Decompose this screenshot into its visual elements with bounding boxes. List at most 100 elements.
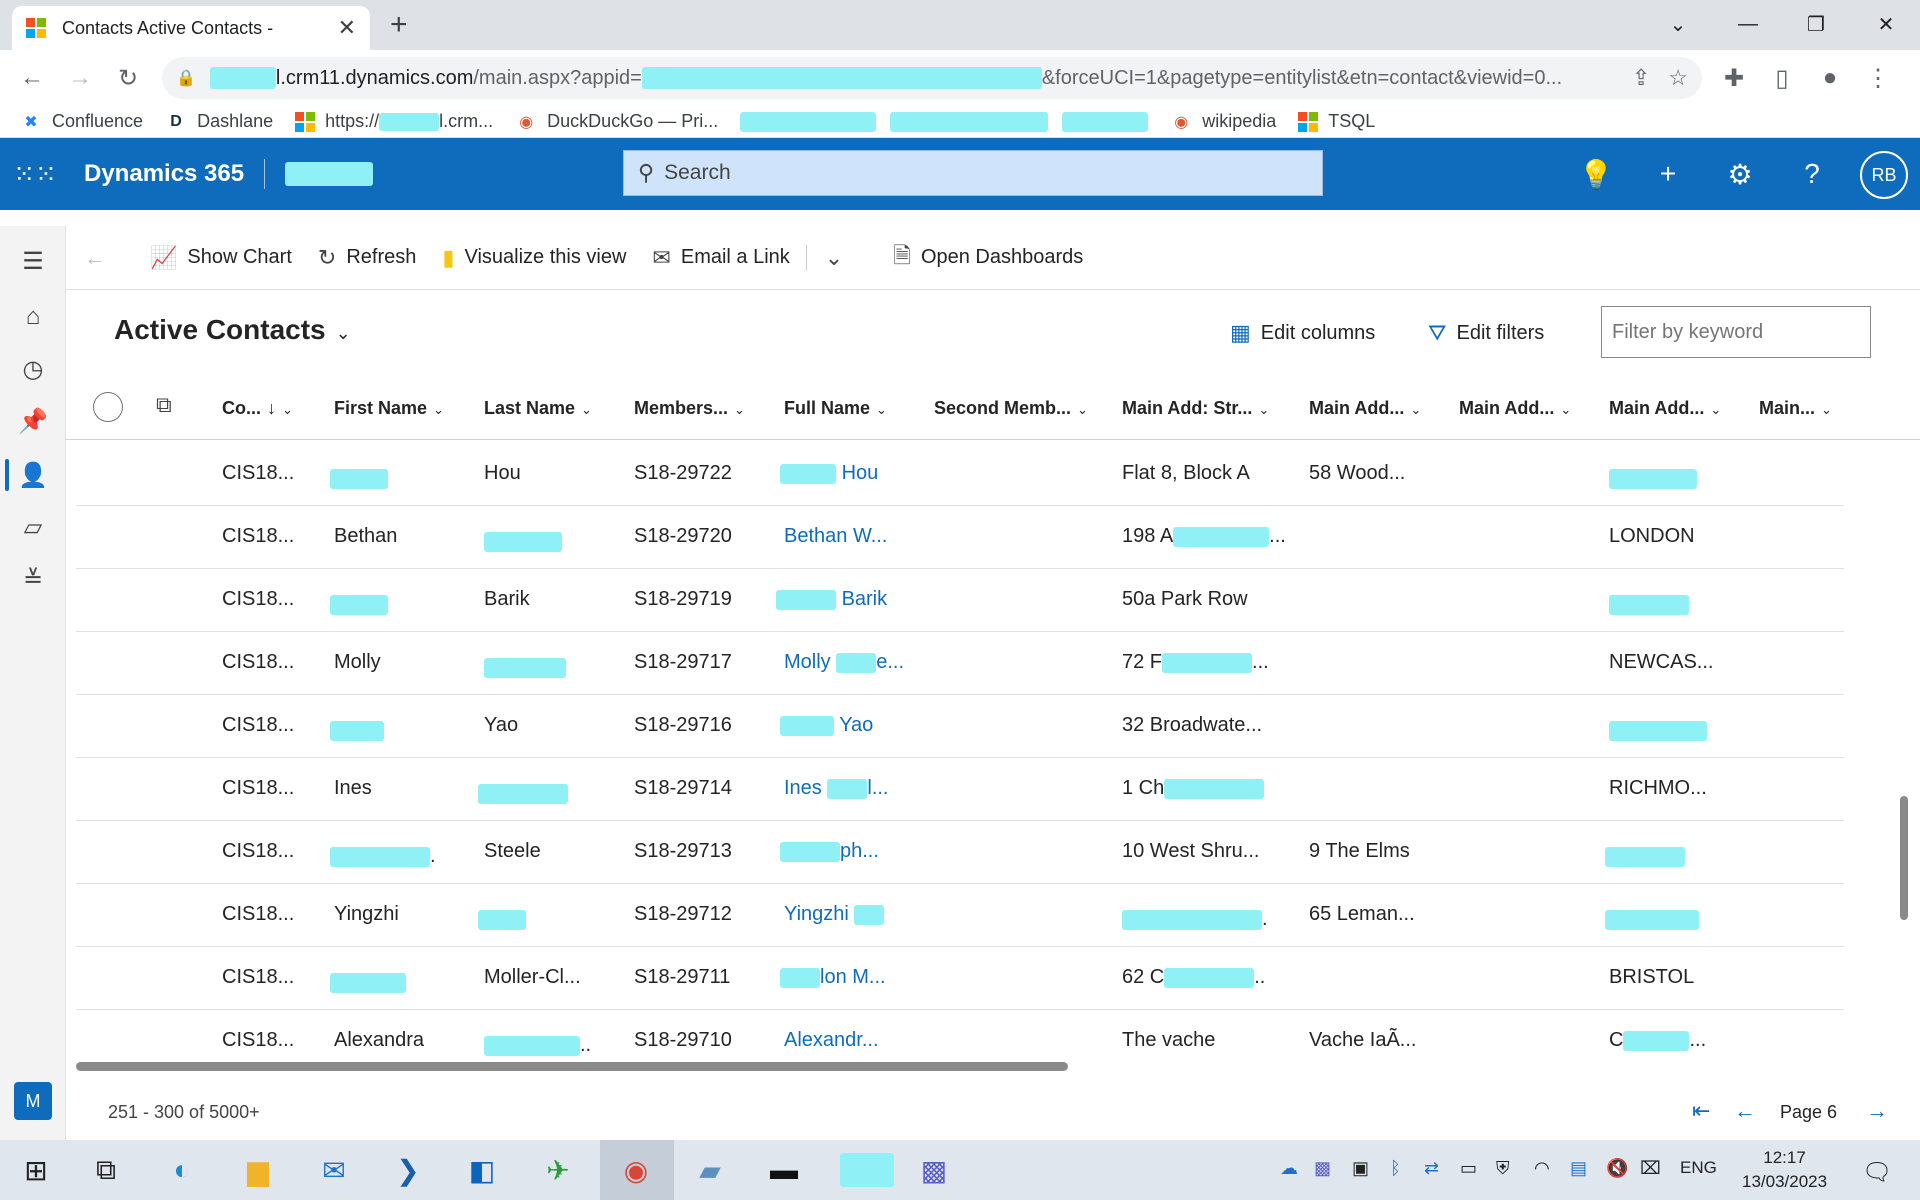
teams-icon[interactable]: ▩ xyxy=(912,1150,956,1190)
bookmark-wikipedia[interactable]: ◉ wikipedia xyxy=(1170,111,1276,133)
chrome-icon[interactable]: ◉ xyxy=(614,1150,658,1190)
restore-icon[interactable]: ❐ xyxy=(1788,6,1844,42)
notepad-icon[interactable]: ▰ xyxy=(688,1150,732,1190)
profile-icon[interactable]: ● xyxy=(1806,54,1854,102)
more-commands-chevron-icon[interactable]: ⌄ xyxy=(805,244,853,271)
share-icon[interactable]: ⇪ xyxy=(1632,65,1650,91)
pin-icon[interactable]: 📌 xyxy=(18,406,48,436)
table-row[interactable]: CIS18... Barik S18-29719 Barik 50a Park … xyxy=(76,569,1844,632)
mute-icon[interactable]: 🔇 xyxy=(1606,1158,1628,1179)
bookmark-duckduckgo[interactable]: ◉ DuckDuckGo — Pri... xyxy=(515,111,718,133)
column-header[interactable]: Full Name ⌄ xyxy=(784,398,887,419)
table-row[interactable]: CIS18... Yingzhi S18-29712 Yingzhi . 65 … xyxy=(76,884,1844,947)
open-dashboards-button[interactable]: 🗎 Open Dashboards xyxy=(893,239,1083,277)
terminal-icon[interactable]: ▬ xyxy=(762,1150,806,1190)
task-view-icon[interactable]: ⧉ xyxy=(84,1150,128,1190)
outlook-icon[interactable]: ◧ xyxy=(460,1150,504,1190)
next-page-icon[interactable]: → xyxy=(1866,1098,1888,1124)
file-explorer-icon[interactable]: ▆ xyxy=(236,1150,280,1190)
filter-keyword-input[interactable] xyxy=(1601,306,1871,358)
select-all-checkbox[interactable] xyxy=(93,392,123,422)
teamviewer-icon[interactable]: ⇄ xyxy=(1424,1158,1439,1179)
column-header[interactable]: Last Name ⌄ xyxy=(484,398,592,419)
table-row[interactable]: CIS18... . Steele S18-29713 ph... 10 Wes… xyxy=(76,821,1844,884)
search-input[interactable]: ⚲ Search xyxy=(623,150,1323,196)
column-header[interactable]: Main Add... ⌄ xyxy=(1459,398,1571,419)
edge-icon[interactable]: ◐ xyxy=(160,1150,204,1190)
column-header[interactable]: Co... ↓ ⌄ xyxy=(222,398,293,419)
back-icon[interactable]: ← xyxy=(8,54,56,102)
browser-tab[interactable]: Contacts Active Contacts - ✕ xyxy=(12,6,370,50)
horizontal-scrollbar[interactable] xyxy=(76,1062,1068,1071)
column-header[interactable]: Main Add: Str... ⌄ xyxy=(1122,398,1269,419)
tray-app-icon[interactable]: ▣ xyxy=(1352,1158,1369,1179)
entity-icon[interactable]: ▱ xyxy=(18,512,48,542)
bookmark-star-icon[interactable]: ☆ xyxy=(1668,65,1688,91)
shield-icon[interactable]: ⛨ xyxy=(1496,1158,1510,1179)
column-header[interactable]: Main Add... ⌄ xyxy=(1609,398,1721,419)
battery-icon[interactable]: ▭ xyxy=(1460,1158,1477,1179)
show-chart-button[interactable]: 📈 Show Chart xyxy=(150,245,292,271)
home-icon[interactable]: ⌂ xyxy=(18,302,48,332)
column-header[interactable]: First Name ⌄ xyxy=(334,398,444,419)
clock[interactable]: 12:17 13/03/2023 xyxy=(1742,1146,1827,1194)
view-selector[interactable]: Active Contacts ⌄ xyxy=(114,314,351,346)
visualize-button[interactable]: ▮ Visualize this view xyxy=(442,245,626,271)
add-icon[interactable]: + xyxy=(1650,156,1686,192)
contacts-person-icon[interactable]: 👤 xyxy=(18,460,48,490)
table-row[interactable]: CIS18... Yao S18-29716 Yao 32 Broadwate.… xyxy=(76,695,1844,758)
tray-app-icon[interactable]: ⌧ xyxy=(1640,1158,1661,1179)
bluetooth-icon[interactable]: ᛒ xyxy=(1390,1158,1401,1179)
refresh-button[interactable]: ↻ Refresh xyxy=(318,245,416,271)
bookmark-confluence[interactable]: ✖ Confluence xyxy=(20,111,143,133)
previous-page-icon[interactable]: ← xyxy=(1734,1098,1756,1124)
edit-columns-button[interactable]: ▦ Edit columns xyxy=(1230,320,1375,346)
first-page-icon[interactable]: ⇤ xyxy=(1692,1098,1710,1124)
forward-icon[interactable]: → xyxy=(56,54,104,102)
menu-kebab-icon[interactable]: ⋮ xyxy=(1854,54,1902,102)
teams-tray-icon[interactable]: ▩ xyxy=(1314,1158,1331,1179)
address-bar[interactable]: 🔒 l.crm11.dynamics.com/main.aspx?appid= &… xyxy=(162,57,1702,99)
vertical-scrollbar[interactable] xyxy=(1900,796,1908,920)
table-row[interactable]: CIS18... Hou S18-29722 Hou Flat 8, Block… xyxy=(76,443,1844,506)
column-header[interactable]: Main... ⌄ xyxy=(1759,398,1832,419)
table-row[interactable]: CIS18... Moller-Cl... S18-29711 lon M...… xyxy=(76,947,1844,1010)
recent-clock-icon[interactable]: ◷ xyxy=(18,354,48,384)
table-row[interactable]: CIS18... Alexandra .. S18-29710 Alexandr… xyxy=(76,1010,1844,1058)
notifications-icon[interactable]: 🗨 xyxy=(1862,1158,1892,1187)
tab-search-chevron-icon[interactable]: ⌄ xyxy=(1650,6,1706,42)
column-header[interactable]: Main Add... ⌄ xyxy=(1309,398,1421,419)
bookmark-tsql[interactable]: TSQL xyxy=(1298,111,1375,132)
gear-icon[interactable]: ⚙ xyxy=(1722,156,1758,192)
hamburger-icon[interactable]: ☰ xyxy=(18,246,48,276)
reload-icon[interactable]: ↻ xyxy=(104,54,152,102)
onedrive-icon[interactable]: ☁ xyxy=(1280,1158,1298,1179)
app-launcher-icon[interactable]: ⁙⁙ xyxy=(0,138,70,210)
column-header[interactable]: Members... ⌄ xyxy=(634,398,745,419)
wifi-icon[interactable]: ◠ xyxy=(1534,1158,1550,1179)
avatar[interactable]: RB xyxy=(1860,151,1908,199)
bookmark-crm[interactable]: https://l.crm... xyxy=(295,111,493,132)
table-row[interactable]: CIS18... Ines S18-29714 Ines l... 1 Ch R… xyxy=(76,758,1844,821)
help-icon[interactable]: ? xyxy=(1794,156,1830,192)
area-switcher-icon[interactable]: M xyxy=(14,1082,52,1120)
redacted-app-icon[interactable] xyxy=(838,1150,896,1190)
settings-sliders-icon[interactable]: ≚ xyxy=(18,564,48,594)
column-header[interactable]: Second Memb... ⌄ xyxy=(934,398,1088,419)
edit-filters-button[interactable]: ⛛ Edit filters xyxy=(1428,320,1544,346)
table-row[interactable]: CIS18... Molly S18-29717 Molly e... 72 F… xyxy=(76,632,1844,695)
mail-icon[interactable]: ✉ xyxy=(312,1150,356,1190)
display-icon[interactable]: ▤ xyxy=(1570,1158,1587,1179)
hierarchy-icon[interactable]: ⧉ xyxy=(156,392,172,418)
start-icon[interactable]: ⊞ xyxy=(14,1150,58,1190)
powershell-icon[interactable]: ❯ xyxy=(386,1150,430,1190)
lightbulb-icon[interactable]: 💡 xyxy=(1578,156,1614,192)
new-tab-icon[interactable]: + xyxy=(390,8,408,42)
email-link-button[interactable]: ✉ Email a Link xyxy=(652,245,789,271)
tool-icon[interactable]: ✈ xyxy=(536,1150,580,1190)
table-row[interactable]: CIS18... Bethan S18-29720 Bethan W... 19… xyxy=(76,506,1844,569)
back-arrow-icon[interactable]: ← xyxy=(84,245,116,271)
close-tab-icon[interactable]: ✕ xyxy=(338,15,356,41)
app-name[interactable]: Dynamics 365 xyxy=(84,160,244,188)
close-window-icon[interactable]: ✕ xyxy=(1858,6,1914,42)
